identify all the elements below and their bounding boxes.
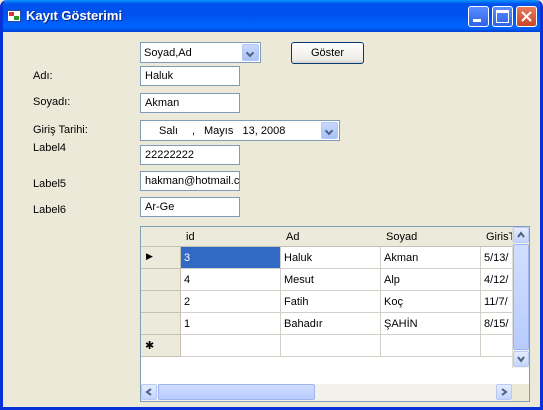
label4-field[interactable]: 22222222 [140,145,240,165]
date-value: Mayıs 13, 2008 [204,125,286,137]
show-button[interactable]: Göster [291,42,364,64]
chevron-left-icon [145,388,152,396]
sort-order-value: Soyad,Ad [144,47,192,59]
sort-order-combo[interactable]: Soyad,Ad [140,42,261,63]
maximize-icon [496,10,509,23]
grid-cell[interactable]: 4 [181,269,281,291]
row-header[interactable] [141,269,181,291]
current-row-indicator-icon: ▶ [146,251,153,261]
close-icon [521,11,532,22]
column-header-soyad[interactable]: Soyad [381,227,482,247]
horizontal-scroll-thumb[interactable] [158,384,315,400]
grid-cell[interactable]: Akman [381,247,481,269]
chevron-down-icon [517,356,525,363]
label-5: Label5 [33,178,67,190]
grid-corner-header[interactable] [141,227,182,247]
label6-field[interactable]: Ar-Ge [140,197,240,217]
grid-cell[interactable]: Haluk [281,247,381,269]
new-row-cell[interactable] [281,335,381,357]
new-row-icon: ✱ [145,340,155,352]
row-header[interactable] [141,313,181,335]
data-grid[interactable]: id Ad Soyad GirisT ▶ 3 Haluk Akman 5/13/… [140,226,530,402]
date-day: Salı [159,125,178,137]
chevron-up-icon [517,231,525,238]
column-header-id[interactable]: id [181,227,282,247]
grid-cell[interactable]: ŞAHİN [381,313,481,335]
label-adi: Adı: [33,70,53,82]
grid-cell[interactable]: 3 [181,247,281,269]
date-separator: , [192,125,196,137]
scroll-left-button[interactable] [141,384,157,400]
title-bar[interactable]: Kayıt Gösterimi [3,0,540,32]
label-soyadi: Soyadı: [33,96,71,108]
vertical-scroll-thumb[interactable] [513,244,529,350]
soyadi-field[interactable]: Akman [140,93,240,113]
new-row-cell[interactable] [381,335,481,357]
column-header-ad[interactable]: Ad [281,227,382,247]
grid-cell[interactable]: Koç [381,291,481,313]
grid-cell[interactable]: 2 [181,291,281,313]
scroll-right-button[interactable] [496,384,512,400]
label-6: Label6 [33,204,67,216]
grid-cell[interactable]: Fatih [281,291,381,313]
new-row-header[interactable]: ✱ [141,335,181,357]
grid-cell[interactable]: Alp [381,269,481,291]
minimize-icon [473,19,481,22]
window-title: Kayıt Gösterimi [26,8,123,23]
vertical-scrollbar[interactable] [512,227,529,368]
chevron-down-icon[interactable] [242,44,259,61]
horizontal-scrollbar[interactable] [141,384,512,401]
minimize-button[interactable] [468,6,489,27]
label-giris-tarihi: Giriş Tarihi: [33,124,88,136]
adi-field[interactable]: Haluk [140,66,240,86]
scroll-down-button[interactable] [513,351,529,367]
new-row-cell[interactable] [181,335,281,357]
chevron-right-icon [501,388,508,396]
close-button[interactable] [516,6,537,27]
grid-cell[interactable]: 1 [181,313,281,335]
label5-field[interactable]: hakman@hotmail.c [140,171,240,191]
scroll-up-button[interactable] [513,227,529,243]
row-header[interactable] [141,291,181,313]
label-4: Label4 [33,142,67,154]
main-window: Kayıt Gösterimi Soyad,Ad Göster Adı: Hal… [0,0,543,410]
chevron-down-icon[interactable] [321,122,338,139]
maximize-button[interactable] [492,6,513,27]
row-header[interactable]: ▶ [141,247,181,269]
giris-tarihi-datepicker[interactable]: Salı , Mayıs 13, 2008 [140,120,340,141]
grid-cell[interactable]: Bahadır [281,313,381,335]
scrollbar-corner [512,384,529,401]
app-icon[interactable] [7,10,21,22]
grid-cell[interactable]: Mesut [281,269,381,291]
